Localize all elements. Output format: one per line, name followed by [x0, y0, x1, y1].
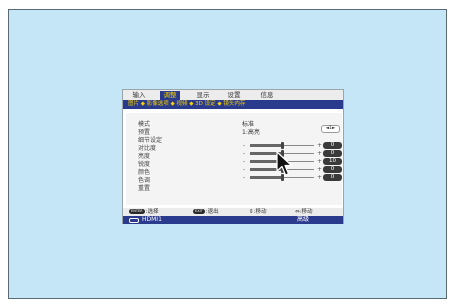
minus-icon: -: [243, 142, 246, 149]
preset-arrows[interactable]: ◄1►: [321, 125, 340, 133]
slider-knob[interactable]: [281, 142, 284, 149]
enter-hint: ENTER:选择: [129, 208, 158, 216]
source-bar: HDMI1 高级: [123, 216, 343, 224]
tab-setup[interactable]: 设置: [224, 91, 244, 100]
tab-adjust[interactable]: 调整: [160, 91, 180, 100]
minus-icon: -: [243, 158, 246, 165]
hdmi-icon: [129, 218, 139, 223]
exit-hint: EXIT:退出: [193, 208, 219, 216]
adjust-hint: ⇔:移动: [295, 209, 313, 215]
enter-key-icon: ENTER: [129, 209, 145, 214]
tab-info[interactable]: 信息: [257, 91, 277, 100]
slider-fill: [250, 144, 282, 147]
menu-mode: 高级: [297, 216, 310, 223]
plus-icon: +: [317, 174, 323, 181]
settings-panel: 模式 预置 细节设定 对比度 亮度 锐度 颜色 色调 重置 标准 1:高亮 ◄1…: [126, 113, 342, 205]
plus-icon: +: [317, 150, 323, 157]
plus-icon: +: [317, 166, 323, 173]
minus-icon: -: [243, 166, 246, 173]
exit-hint-label: :退出: [205, 209, 219, 215]
move-hint: ⇕:移动: [249, 209, 267, 215]
minus-icon: -: [243, 150, 246, 157]
slider-value: 10: [323, 158, 342, 165]
breadcrumb: 图片 ◆ 影像选项 ◆ 视频 ◆ 3D 设定 ◆ 镜头内存: [123, 100, 343, 109]
osd-menu: 输入 调整 显示 设置 信息 图片 ◆ 影像选项 ◆ 视频 ◆ 3D 设定 ◆ …: [122, 89, 344, 224]
tab-input[interactable]: 输入: [129, 91, 149, 100]
tab-display[interactable]: 显示: [193, 91, 213, 100]
label-reset[interactable]: 重置: [138, 183, 150, 192]
slider-value: 0: [323, 174, 342, 181]
mouse-cursor-icon: [276, 151, 293, 176]
exit-key-icon: EXIT: [193, 209, 205, 214]
source-label: HDMI1: [142, 216, 162, 223]
plus-icon: +: [317, 142, 323, 149]
slider-contrast[interactable]: - + 0: [243, 142, 342, 149]
key-guide: ENTER:选择 EXIT:退出 ⇕:移动 ⇔:移动: [123, 208, 343, 216]
preset-value: 1:高亮: [242, 129, 260, 136]
tab-bar: 输入 调整 显示 设置 信息: [123, 90, 343, 100]
slider-value: 0: [323, 142, 342, 149]
slider-value: 0: [323, 166, 342, 173]
slider-value: 0: [323, 150, 342, 157]
minus-icon: -: [243, 174, 246, 181]
enter-hint-label: :选择: [145, 209, 159, 215]
plus-icon: +: [317, 158, 323, 165]
